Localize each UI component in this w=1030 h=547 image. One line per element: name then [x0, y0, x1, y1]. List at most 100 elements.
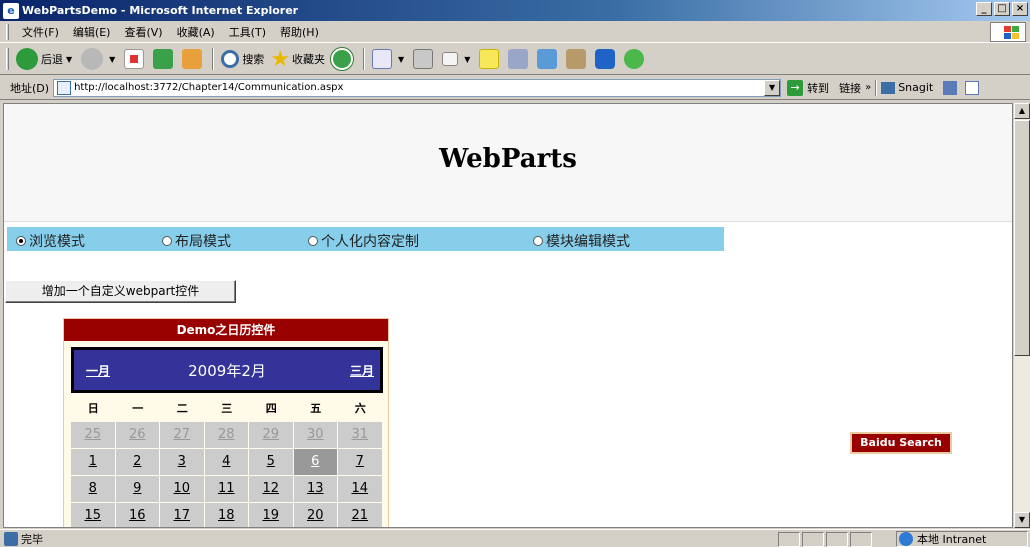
calendar-day[interactable]: 7: [338, 449, 382, 475]
calendar-day[interactable]: 30: [293, 422, 337, 448]
mail-icon: [372, 49, 393, 69]
forward-button[interactable]: ▼: [78, 47, 121, 71]
mode-catalog-radio[interactable]: [308, 236, 318, 246]
stop-button[interactable]: [121, 47, 150, 71]
baidu-search-webpart[interactable]: Baidu Search: [850, 432, 952, 454]
calendar-day[interactable]: 15: [71, 503, 115, 527]
print-button[interactable]: [410, 47, 439, 71]
contacts-button[interactable]: [621, 47, 650, 71]
links-toolbar[interactable]: 链接 » Snagit: [839, 79, 980, 96]
edit-button[interactable]: ▼: [439, 47, 476, 71]
calendar-day[interactable]: 1: [71, 449, 115, 475]
mode-design-radio[interactable]: [162, 236, 172, 246]
forward-arrow-icon: [81, 48, 104, 70]
snagit-button[interactable]: Snagit: [898, 81, 933, 94]
add-webpart-button[interactable]: 增加一个自定义webpart控件: [5, 280, 236, 303]
home-button[interactable]: [179, 47, 208, 71]
mode-browse[interactable]: 浏览模式: [16, 231, 85, 251]
calendar-day[interactable]: 10: [160, 476, 204, 502]
quill-icon: [508, 49, 529, 69]
back-dropdown-icon[interactable]: ▼: [66, 55, 72, 64]
scroll-thumb[interactable]: [1014, 120, 1030, 356]
calendar-day[interactable]: 14: [338, 476, 382, 502]
calendar-day[interactable]: 11: [204, 476, 248, 502]
forward-dropdown-icon[interactable]: ▼: [109, 55, 115, 64]
calendar-day[interactable]: 18: [204, 503, 248, 527]
links-label[interactable]: 链接: [839, 80, 861, 96]
weekday-fri: 五: [310, 402, 322, 415]
favorites-button[interactable]: ★ 收藏夹: [267, 47, 328, 72]
calendar-day[interactable]: 28: [204, 422, 248, 448]
calendar-week-row: 1234567: [71, 449, 383, 475]
menu-edit[interactable]: 编辑(E): [66, 24, 118, 40]
address-dropdown-icon[interactable]: ▼: [764, 79, 781, 96]
go-button[interactable]: → 转到: [787, 79, 830, 96]
back-button[interactable]: 后退 ▼: [13, 47, 78, 71]
globe-icon: [899, 532, 913, 546]
scroll-down-arrow-icon[interactable]: ▼: [1014, 512, 1030, 528]
mode-edit-radio[interactable]: [533, 236, 543, 246]
snagit-window-icon[interactable]: [965, 80, 980, 95]
address-field[interactable]: ▼: [53, 78, 782, 97]
calendar-day[interactable]: 12: [249, 476, 293, 502]
menu-tools[interactable]: 工具(T): [222, 24, 273, 40]
scroll-up-arrow-icon[interactable]: ▲: [1014, 103, 1030, 119]
history-icon: [331, 48, 354, 70]
go-label: 转到: [807, 81, 830, 95]
calendar-day[interactable]: 26: [115, 422, 159, 448]
mode-browse-radio[interactable]: [16, 236, 26, 246]
messenger-button[interactable]: [505, 47, 534, 71]
calendar-day[interactable]: 13: [293, 476, 337, 502]
calendar-day[interactable]: 9: [115, 476, 159, 502]
menu-favorites[interactable]: 收藏(A): [170, 24, 222, 40]
calendar-day[interactable]: 29: [249, 422, 293, 448]
calendar-day[interactable]: 21: [338, 503, 382, 527]
note-button[interactable]: [476, 47, 505, 71]
address-label: 地址(D): [10, 81, 50, 95]
search-icon: [221, 50, 240, 68]
history-button[interactable]: [328, 47, 359, 71]
calendar-day[interactable]: 20: [293, 503, 337, 527]
mail-button[interactable]: ▼: [369, 47, 410, 71]
edit-dropdown-icon[interactable]: ▼: [464, 55, 470, 64]
calendar-day[interactable]: 31: [338, 422, 382, 448]
maximize-button[interactable]: □: [994, 2, 1010, 16]
calendar-weeks: 25 26 27 28 29 30 31 1 2 3 4 5 6 7 8 9 10 11 12 13 14 15 16 17 1…: [71, 422, 383, 527]
mode-edit[interactable]: 模块编辑模式: [533, 231, 630, 251]
menu-help[interactable]: 帮助(H): [273, 24, 326, 40]
calendar-day[interactable]: 8: [71, 476, 115, 502]
calendar-day[interactable]: 27: [160, 422, 204, 448]
calendar-day[interactable]: 2: [115, 449, 159, 475]
mode-design[interactable]: 布局模式: [162, 231, 231, 251]
mail-dropdown-icon[interactable]: ▼: [398, 55, 404, 64]
calendar-day[interactable]: 4: [204, 449, 248, 475]
media-button[interactable]: [592, 47, 621, 71]
close-button[interactable]: ×: [1012, 2, 1028, 16]
calendar-day[interactable]: 16: [115, 503, 159, 527]
menu-file[interactable]: 文件(F): [15, 24, 66, 40]
contacts-icon: [624, 49, 645, 69]
search-button[interactable]: 搜索: [218, 47, 267, 71]
tool-button[interactable]: [534, 47, 563, 71]
calendar-day[interactable]: 3: [160, 449, 204, 475]
ie-app-icon: e: [3, 2, 19, 19]
snagit-capture-icon[interactable]: [943, 80, 958, 95]
research-button[interactable]: [563, 47, 592, 71]
calendar-day[interactable]: 25: [71, 422, 115, 448]
minimize-button[interactable]: _: [976, 2, 992, 16]
calendar-day-today[interactable]: 6: [293, 449, 337, 475]
links-more-icon[interactable]: »: [865, 82, 871, 93]
weekday-tue: 二: [176, 402, 188, 415]
calendar-day[interactable]: 17: [160, 503, 204, 527]
stop-icon: [124, 49, 145, 69]
calendar-day[interactable]: 19: [249, 503, 293, 527]
url-input[interactable]: [74, 82, 765, 93]
vertical-scrollbar[interactable]: ▲ ▼: [1013, 103, 1030, 528]
calendar-part-title: Demo之日历控件: [64, 319, 388, 341]
calendar-next-month-link[interactable]: 三月: [350, 362, 374, 379]
toolbar-separator: [212, 48, 215, 70]
menu-view[interactable]: 查看(V): [117, 24, 169, 40]
calendar-day[interactable]: 5: [249, 449, 293, 475]
mode-catalog[interactable]: 个人化内容定制: [308, 231, 419, 251]
refresh-button[interactable]: [150, 47, 179, 71]
